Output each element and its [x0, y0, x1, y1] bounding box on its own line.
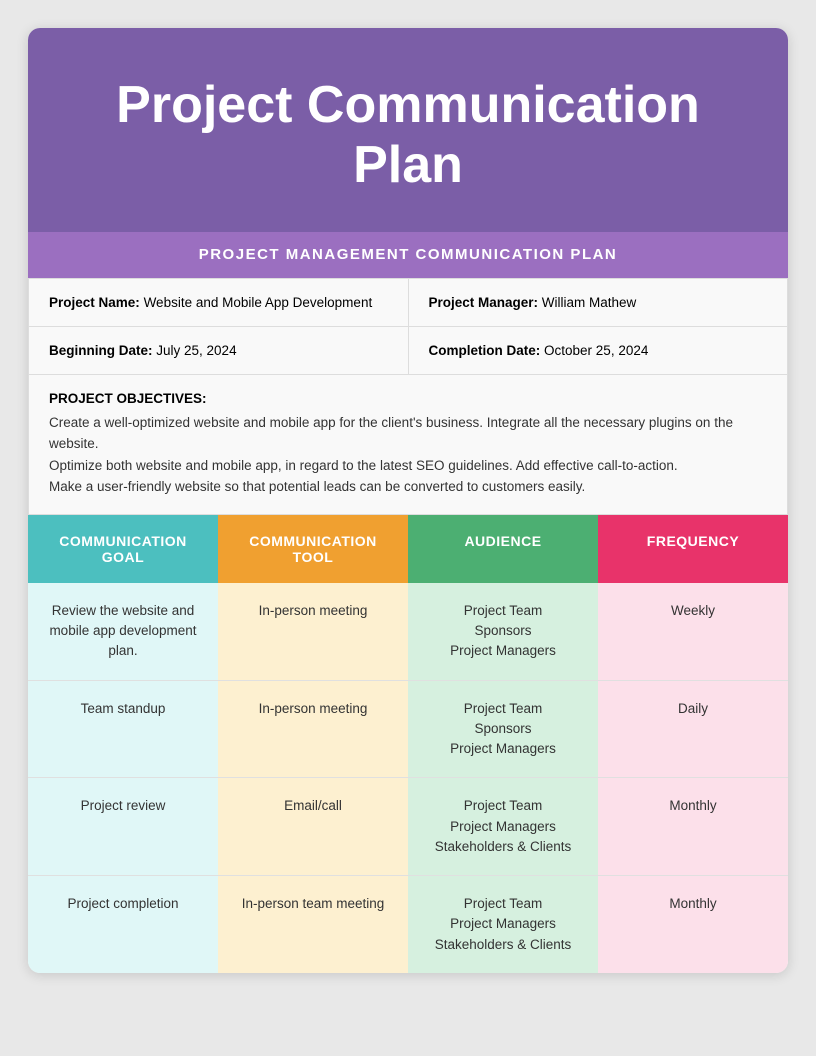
- objectives-label: PROJECT OBJECTIVES:: [49, 391, 767, 406]
- td-goal-1: Team standup: [28, 681, 218, 778]
- td-audience-0: Project TeamSponsorsProject Managers: [408, 583, 598, 680]
- communication-table: COMMUNICATION GOAL COMMUNICATION TOOL AU…: [28, 515, 788, 973]
- td-audience-1: Project TeamSponsorsProject Managers: [408, 681, 598, 778]
- th-tool: COMMUNICATION TOOL: [218, 515, 408, 583]
- page-title: Project Communication Plan: [68, 76, 748, 196]
- table-row: Team standupIn-person meetingProject Tea…: [28, 681, 788, 779]
- project-name-cell: Project Name: Website and Mobile App Dev…: [29, 279, 409, 326]
- beginning-date-label: Beginning Date:: [49, 343, 153, 358]
- completion-date-label: Completion Date:: [429, 343, 541, 358]
- project-manager-cell: Project Manager: William Mathew: [409, 279, 788, 326]
- beginning-date-value: July 25, 2024: [156, 343, 236, 358]
- td-frequency-2: Monthly: [598, 778, 788, 875]
- th-audience: AUDIENCE: [408, 515, 598, 583]
- table-body: Review the website and mobile app develo…: [28, 583, 788, 973]
- td-tool-2: Email/call: [218, 778, 408, 875]
- project-name-value: Website and Mobile App Development: [144, 295, 373, 310]
- table-row: Project completionIn-person team meeting…: [28, 876, 788, 973]
- td-frequency-1: Daily: [598, 681, 788, 778]
- objectives-row: PROJECT OBJECTIVES: Create a well-optimi…: [29, 375, 787, 514]
- td-frequency-0: Weekly: [598, 583, 788, 680]
- header-banner: Project Communication Plan: [28, 28, 788, 232]
- td-goal-3: Project completion: [28, 876, 218, 973]
- th-goal: COMMUNICATION GOAL: [28, 515, 218, 583]
- completion-date-value: October 25, 2024: [544, 343, 648, 358]
- project-name-label: Project Name:: [49, 295, 140, 310]
- sub-banner: PROJECT MANAGEMENT COMMUNICATION PLAN: [28, 232, 788, 278]
- table-row: Review the website and mobile app develo…: [28, 583, 788, 681]
- completion-date-cell: Completion Date: October 25, 2024: [409, 327, 788, 374]
- project-manager-label: Project Manager:: [429, 295, 539, 310]
- td-goal-2: Project review: [28, 778, 218, 875]
- td-tool-1: In-person meeting: [218, 681, 408, 778]
- page-container: Project Communication Plan PROJECT MANAG…: [28, 28, 788, 973]
- sub-banner-text: PROJECT MANAGEMENT COMMUNICATION PLAN: [199, 246, 618, 263]
- table-header-row: COMMUNICATION GOAL COMMUNICATION TOOL AU…: [28, 515, 788, 583]
- objectives-text: Create a well-optimized website and mobi…: [49, 412, 767, 498]
- td-tool-3: In-person team meeting: [218, 876, 408, 973]
- td-audience-3: Project TeamProject ManagersStakeholders…: [408, 876, 598, 973]
- th-frequency: FREQUENCY: [598, 515, 788, 583]
- td-audience-2: Project TeamProject ManagersStakeholders…: [408, 778, 598, 875]
- td-frequency-3: Monthly: [598, 876, 788, 973]
- info-row-name: Project Name: Website and Mobile App Dev…: [29, 279, 787, 327]
- project-manager-value: William Mathew: [542, 295, 637, 310]
- table-row: Project reviewEmail/callProject TeamProj…: [28, 778, 788, 876]
- td-tool-0: In-person meeting: [218, 583, 408, 680]
- beginning-date-cell: Beginning Date: July 25, 2024: [29, 327, 409, 374]
- info-section: Project Name: Website and Mobile App Dev…: [28, 278, 788, 515]
- td-goal-0: Review the website and mobile app develo…: [28, 583, 218, 680]
- info-row-dates: Beginning Date: July 25, 2024 Completion…: [29, 327, 787, 375]
